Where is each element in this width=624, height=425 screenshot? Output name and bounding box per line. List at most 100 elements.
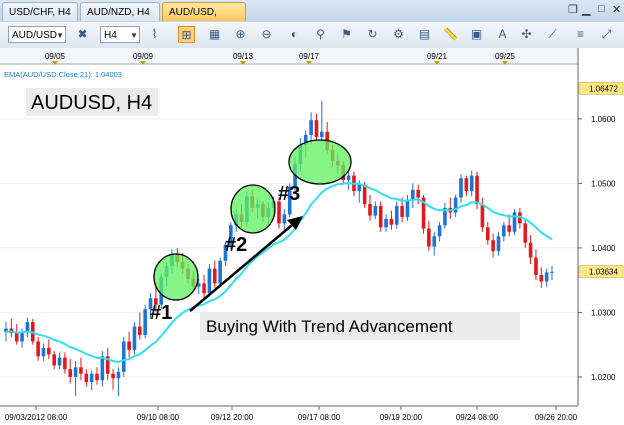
candle-body [346,175,351,181]
text-icon[interactable]: A [494,26,511,43]
time-tick-label: 09/17 08:00 [298,413,341,422]
candle-body [84,373,89,383]
candle-body [320,131,324,137]
candle-body [550,271,554,273]
grid-icon[interactable]: ▤ [416,26,433,43]
candle-body [539,275,544,282]
candle-body [485,227,490,241]
flag-icon[interactable]: ⚑ [338,26,355,43]
candle-body [411,189,415,200]
top-date-label: 09/09 [133,52,154,61]
candle-body [523,223,528,243]
candle-body [362,184,367,205]
time-tick-label: 09/19 20:00 [380,413,423,422]
search-icon[interactable]: ⚲ [312,26,329,43]
close-window-icon[interactable]: ✕ [612,3,621,16]
image-icon[interactable]: ▣ [468,26,485,43]
candle-body [427,228,431,247]
top-date-label: 09/13 [233,52,254,61]
price-tick-label: 1.0600 [591,115,616,124]
tab-usd-chf[interactable]: USD/CHF, H4 [2,2,78,21]
candle-body [100,356,105,381]
candle-body [432,236,437,247]
remove-icon[interactable]: ✖ [74,26,91,43]
candle-body [368,204,372,216]
ruler-icon[interactable]: 📏 [442,26,459,43]
top-date-axis: 09/05 09/09 09/13 09/17 09/21 09/25 [0,48,624,65]
candle-body [207,268,212,294]
highlight-circle [153,253,199,301]
candle-body [464,178,469,192]
candle-body [534,257,538,276]
candle-body [475,175,479,205]
candle-body [389,218,394,225]
top-date-label: 09/21 [427,52,448,61]
chart-title: AUDUSD, H4 [31,92,152,114]
highlight-circle [288,139,352,185]
crosshair-icon[interactable]: ⊞ [178,26,195,43]
price-tag-label: 1.06472 [589,84,618,93]
candle-body [394,205,399,225]
zoom-in-icon[interactable]: ⊕ [232,26,249,43]
top-date-label: 09/25 [495,52,516,61]
price-tick-label: 1.0400 [591,244,616,253]
color-icon[interactable]: ◐ [286,26,303,43]
candle-body [95,373,99,381]
candle-body [121,341,126,372]
tab-aud-usd[interactable]: AUD/USD, H4✕ [162,2,246,37]
candle-body [41,347,46,357]
chart-type-icon[interactable]: ⌇ [146,26,163,43]
time-tick-label: 09/10 08:00 [137,413,180,422]
candle-body [36,341,40,357]
fit-icon[interactable]: ⤢ [598,26,615,43]
tab-label: USD/CHF, H4 [9,7,71,18]
price-tick-label: 1.0300 [591,308,616,317]
price-chart[interactable]: 09/05 09/09 09/13 09/17 09/21 09/25 1.02001.0… [0,48,624,425]
line-tool-icon[interactable]: ⟋ [544,26,561,43]
candle-body [384,218,388,228]
maximize-window-icon[interactable]: □ [598,3,605,15]
refresh-icon[interactable]: ↻ [364,26,381,43]
candle-body [309,120,313,135]
tab-aud-nzd[interactable]: AUD/NZD, H4 [80,2,160,21]
chart-tab-bar: USD/CHF, H4 AUD/NZD, H4 AUD/USD, H4✕ ❐ ▁… [0,0,624,37]
top-date-label: 09/17 [299,52,320,61]
candle-body [357,184,362,192]
list-icon[interactable]: ≡ [572,26,589,43]
candle-body [143,309,147,336]
candle-body [52,354,56,366]
price-tick-label: 1.0500 [591,179,616,188]
settings-icon[interactable]: ⚙ [390,26,407,43]
time-tick-label: 09/26 20:00 [535,413,578,422]
candle-body [138,326,142,336]
restore-window-icon[interactable]: ❐ [568,3,578,16]
candle-body [544,272,549,282]
time-tick-label: 09/03/2012 08:00 [5,413,68,422]
cross-tool-icon[interactable]: ✣ [518,26,535,43]
zoom-out-icon[interactable]: ⊖ [258,26,275,43]
chevron-down-icon: ▼ [130,31,138,40]
candle-body [480,204,485,228]
annotation-text: Buying With Trend Advancement [206,317,453,336]
candle-body [212,268,217,284]
candle-body [469,175,474,192]
candle-body [47,347,51,355]
candle-body [132,326,137,350]
price-axis: 1.0200 1.0300 1.0400 1.0500 1.0600 1.06472 1.0… [577,48,624,425]
candle-body [25,322,30,332]
timeframe-select[interactable]: H4 ▼ [100,26,140,43]
symbol-select[interactable]: AUD/USD ▼ [8,26,66,43]
candle-body [218,260,222,284]
candle-body [89,373,94,383]
candle-body [68,369,73,377]
candle-body [496,236,501,252]
candle-body [378,205,383,228]
tab-label: AUD/NZD, H4 [87,7,150,18]
chevron-down-icon: ▼ [56,31,64,40]
circle-label-1: #1 [150,302,172,324]
candle-body [416,189,420,198]
candle-body [400,205,404,217]
period-icon[interactable]: ▦ [206,26,223,43]
candle-body [111,373,115,379]
minimize-window-icon[interactable]: ▁ [582,3,590,16]
